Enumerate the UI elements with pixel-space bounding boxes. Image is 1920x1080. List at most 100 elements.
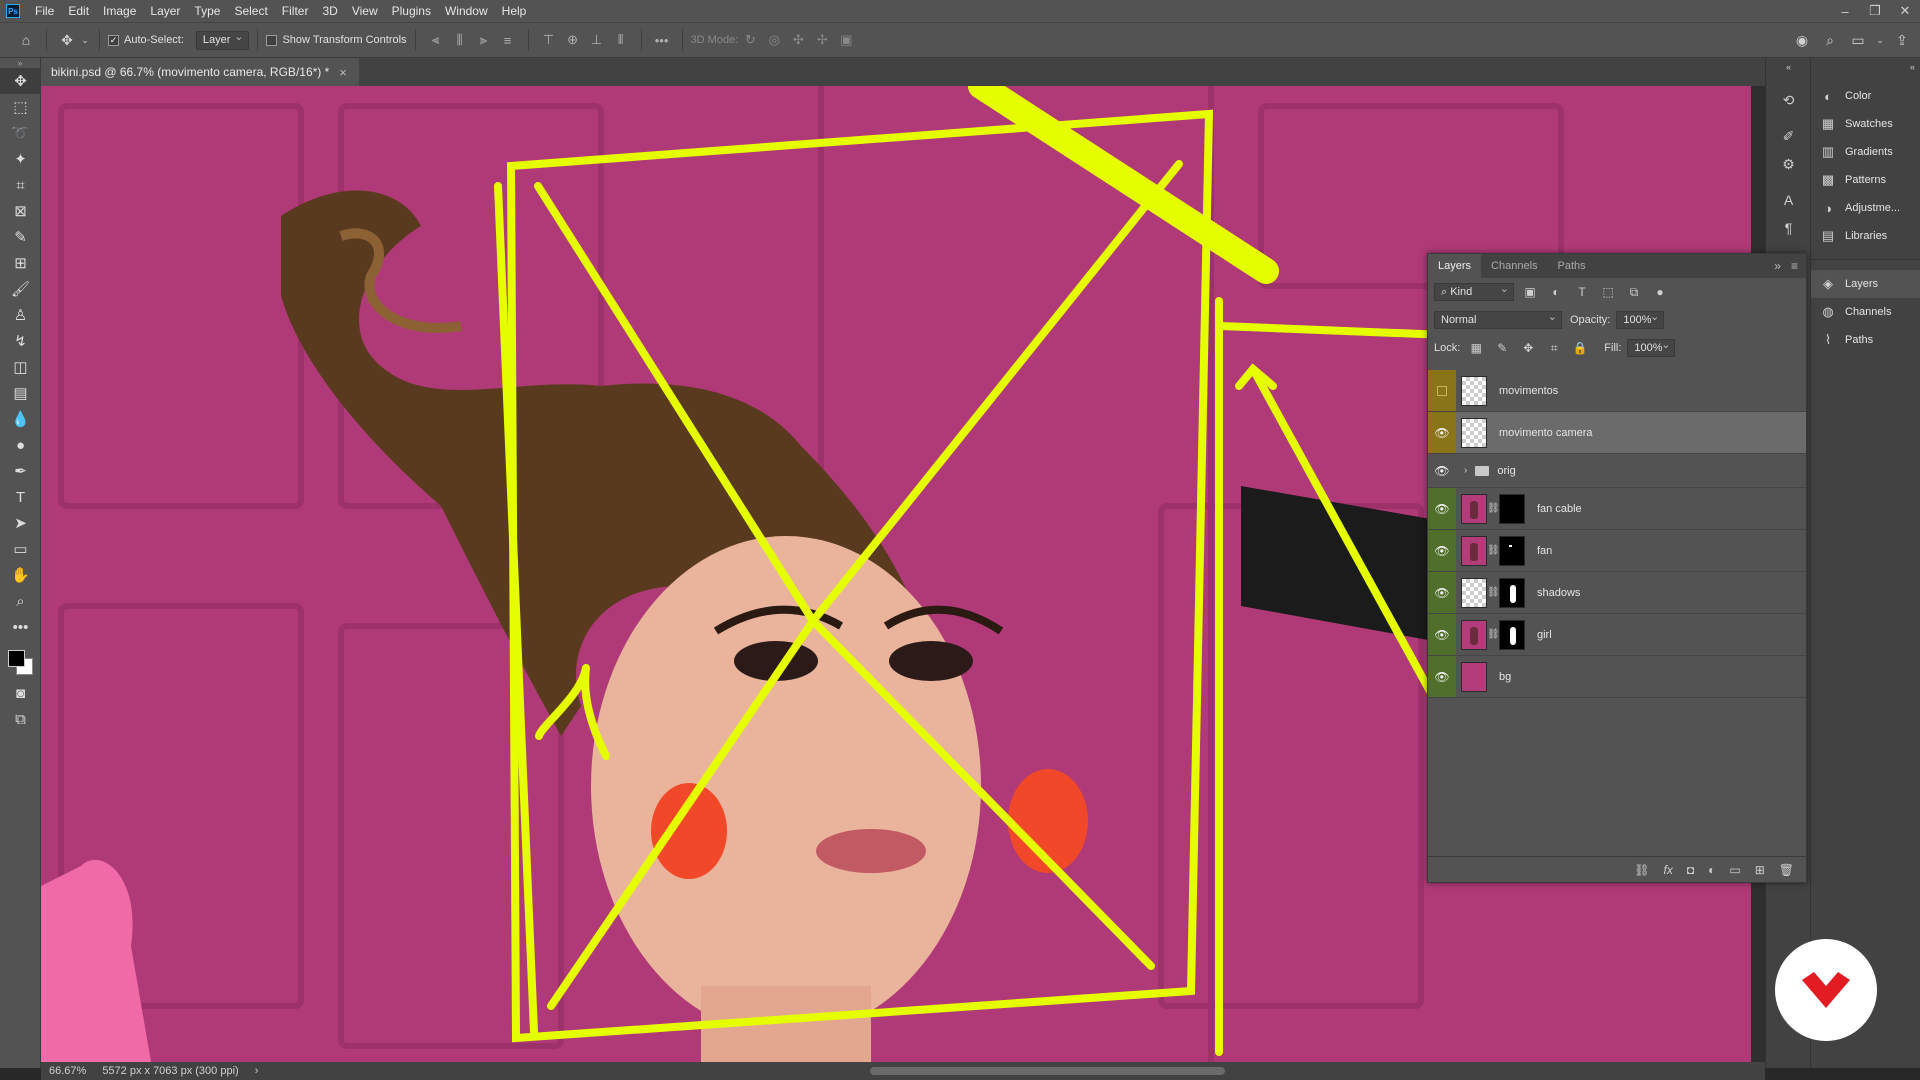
- home-icon[interactable]: ⌂: [14, 28, 38, 52]
- collapse-icon[interactable]: «: [1811, 58, 1920, 76]
- chevron-down-icon[interactable]: ⌄: [79, 28, 91, 52]
- layer-row-bg[interactable]: 👁 bg: [1428, 656, 1806, 698]
- filter-adjustment-icon[interactable]: ◐: [1546, 285, 1566, 299]
- healing-brush-tool-icon[interactable]: ⊞: [0, 250, 41, 276]
- document-tab[interactable]: bikini.psd @ 66.7% (movimento camera, RG…: [41, 58, 359, 86]
- distribute-vertical-icon[interactable]: ≡: [496, 28, 520, 52]
- show-transform-controls-checkbox[interactable]: Show Transform Controls: [266, 34, 407, 46]
- zoom-tool-icon[interactable]: ⌕: [0, 588, 41, 614]
- dock-color[interactable]: ◐ Color: [1811, 82, 1920, 110]
- eye-icon[interactable]: 👁: [1428, 488, 1456, 529]
- brush-tool-icon[interactable]: 🖌: [0, 276, 41, 302]
- filter-kind-dropdown[interactable]: ⌕ Kind: [1434, 281, 1514, 301]
- color-swatches[interactable]: [0, 640, 41, 680]
- user-guide-icon[interactable]: ◉: [1790, 28, 1814, 52]
- dock-gradients[interactable]: ▥ Gradients: [1811, 138, 1920, 166]
- gradient-tool-icon[interactable]: ▤: [0, 380, 41, 406]
- menu-file[interactable]: File: [28, 0, 61, 22]
- hand-tool-icon[interactable]: ✋: [0, 562, 41, 588]
- eye-icon[interactable]: 👁: [1428, 454, 1456, 487]
- align-bottom-icon[interactable]: ⊥: [585, 28, 609, 52]
- opacity-field[interactable]: 100%: [1616, 309, 1665, 329]
- move-tool-icon[interactable]: ✥: [0, 68, 41, 94]
- auto-select-checkbox[interactable]: ✓ Auto-Select:: [108, 34, 184, 46]
- add-mask-icon[interactable]: ◘: [1687, 863, 1694, 877]
- more-options-icon[interactable]: •••: [650, 28, 674, 52]
- 3d-roll-icon[interactable]: ◎: [762, 28, 786, 52]
- magic-wand-tool-icon[interactable]: ✦: [0, 146, 41, 172]
- menu-filter[interactable]: Filter: [275, 0, 316, 22]
- clone-stamp-tool-icon[interactable]: ♙: [0, 302, 41, 328]
- link-icon[interactable]: ⛓: [1487, 629, 1500, 640]
- align-top-icon[interactable]: ⊤: [537, 28, 561, 52]
- layer-row-shadows[interactable]: 👁 ⛓ shadows: [1428, 572, 1806, 614]
- type-tool-icon[interactable]: T: [0, 484, 41, 510]
- dock-swatches[interactable]: ▦ Swatches: [1811, 110, 1920, 138]
- screen-mode-icon[interactable]: ⧉: [0, 706, 41, 732]
- align-right-icon[interactable]: ⫸: [472, 28, 496, 52]
- paragraph-icon[interactable]: ¶: [1766, 214, 1811, 242]
- eye-icon[interactable]: 👁: [1428, 614, 1456, 655]
- layer-mask-thumbnail[interactable]: [1499, 493, 1525, 524]
- link-icon[interactable]: ⛓: [1487, 545, 1500, 556]
- align-center-h-icon[interactable]: ⫼: [448, 28, 472, 52]
- collapse-icon[interactable]: «: [1766, 58, 1811, 76]
- frame-tool-icon[interactable]: ⊠: [0, 198, 41, 224]
- workspace-icon[interactable]: ▭: [1846, 28, 1870, 52]
- layer-mask-thumbnail[interactable]: [1499, 535, 1525, 566]
- layer-row-movimentos[interactable]: movimentos: [1428, 370, 1806, 412]
- eye-icon[interactable]: 👁: [1428, 572, 1456, 613]
- distribute-horizontal-icon[interactable]: ⦀: [609, 28, 633, 52]
- edit-toolbar-icon[interactable]: •••: [0, 614, 41, 640]
- 3d-pan-icon[interactable]: ✣: [786, 28, 810, 52]
- dock-libraries[interactable]: ▤ Libraries: [1811, 222, 1920, 250]
- restore-icon[interactable]: ❐: [1860, 0, 1890, 22]
- eye-icon[interactable]: 👁: [1428, 656, 1456, 697]
- horizontal-scrollbar[interactable]: [870, 1067, 1225, 1075]
- eraser-tool-icon[interactable]: ◫: [0, 354, 41, 380]
- minimize-icon[interactable]: –: [1830, 0, 1860, 22]
- layer-group-orig[interactable]: 👁 › orig: [1428, 454, 1806, 488]
- blend-mode-dropdown[interactable]: Normal: [1434, 309, 1562, 329]
- adjustment-layer-icon[interactable]: ◐: [1708, 863, 1715, 877]
- new-layer-icon[interactable]: ⊞: [1755, 863, 1765, 877]
- history-icon[interactable]: ⟲: [1766, 86, 1811, 114]
- menu-type[interactable]: Type: [187, 0, 227, 22]
- expand-toolbar-icon[interactable]: »: [0, 58, 40, 68]
- properties-icon[interactable]: ⚙: [1766, 150, 1811, 178]
- 3d-slide-icon[interactable]: ✢: [810, 28, 834, 52]
- dock-layers[interactable]: ◈ Layers: [1811, 270, 1920, 298]
- link-icon[interactable]: ⛓: [1487, 503, 1500, 514]
- eye-icon[interactable]: 👁: [1428, 412, 1456, 453]
- link-layers-icon[interactable]: ⛓: [1634, 863, 1649, 877]
- menu-edit[interactable]: Edit: [61, 0, 96, 22]
- 3d-orbit-icon[interactable]: ↻: [738, 28, 762, 52]
- eye-icon[interactable]: 👁: [1428, 530, 1456, 571]
- lock-transparency-icon[interactable]: ▦: [1466, 341, 1486, 355]
- path-selection-tool-icon[interactable]: ➤: [0, 510, 41, 536]
- search-icon[interactable]: ⌕: [1818, 28, 1842, 52]
- close-window-icon[interactable]: ✕: [1890, 0, 1920, 22]
- align-middle-icon[interactable]: ⊕: [561, 28, 585, 52]
- tab-paths[interactable]: Paths: [1548, 254, 1596, 278]
- layer-row-fan[interactable]: 👁 ⛓ fan: [1428, 530, 1806, 572]
- menu-layer[interactable]: Layer: [143, 0, 187, 22]
- brush-settings-icon[interactable]: ✐: [1766, 122, 1811, 150]
- layer-row-girl[interactable]: 👁 ⛓ girl: [1428, 614, 1806, 656]
- dock-channels[interactable]: ◍ Channels: [1811, 298, 1920, 326]
- layer-row-movimento-camera[interactable]: 👁 movimento camera: [1428, 412, 1806, 454]
- 3d-camera-icon[interactable]: ▣: [834, 28, 858, 52]
- link-icon[interactable]: ⛓: [1487, 587, 1500, 598]
- auto-select-target-dropdown[interactable]: Layer: [195, 29, 250, 50]
- fx-icon[interactable]: fx: [1664, 863, 1673, 877]
- blur-tool-icon[interactable]: 💧: [0, 406, 41, 432]
- layer-mask-thumbnail[interactable]: [1499, 619, 1525, 650]
- zoom-level[interactable]: 66.67%: [41, 1065, 94, 1077]
- filter-smart-object-icon[interactable]: ⧉: [1624, 285, 1644, 300]
- lock-pixels-icon[interactable]: ✎: [1492, 341, 1512, 355]
- filter-type-icon[interactable]: T: [1572, 285, 1592, 299]
- lock-artboard-icon[interactable]: ⌗: [1544, 341, 1564, 356]
- lasso-tool-icon[interactable]: ➰: [0, 120, 41, 146]
- history-brush-tool-icon[interactable]: ↯: [0, 328, 41, 354]
- close-icon[interactable]: ×: [339, 65, 347, 80]
